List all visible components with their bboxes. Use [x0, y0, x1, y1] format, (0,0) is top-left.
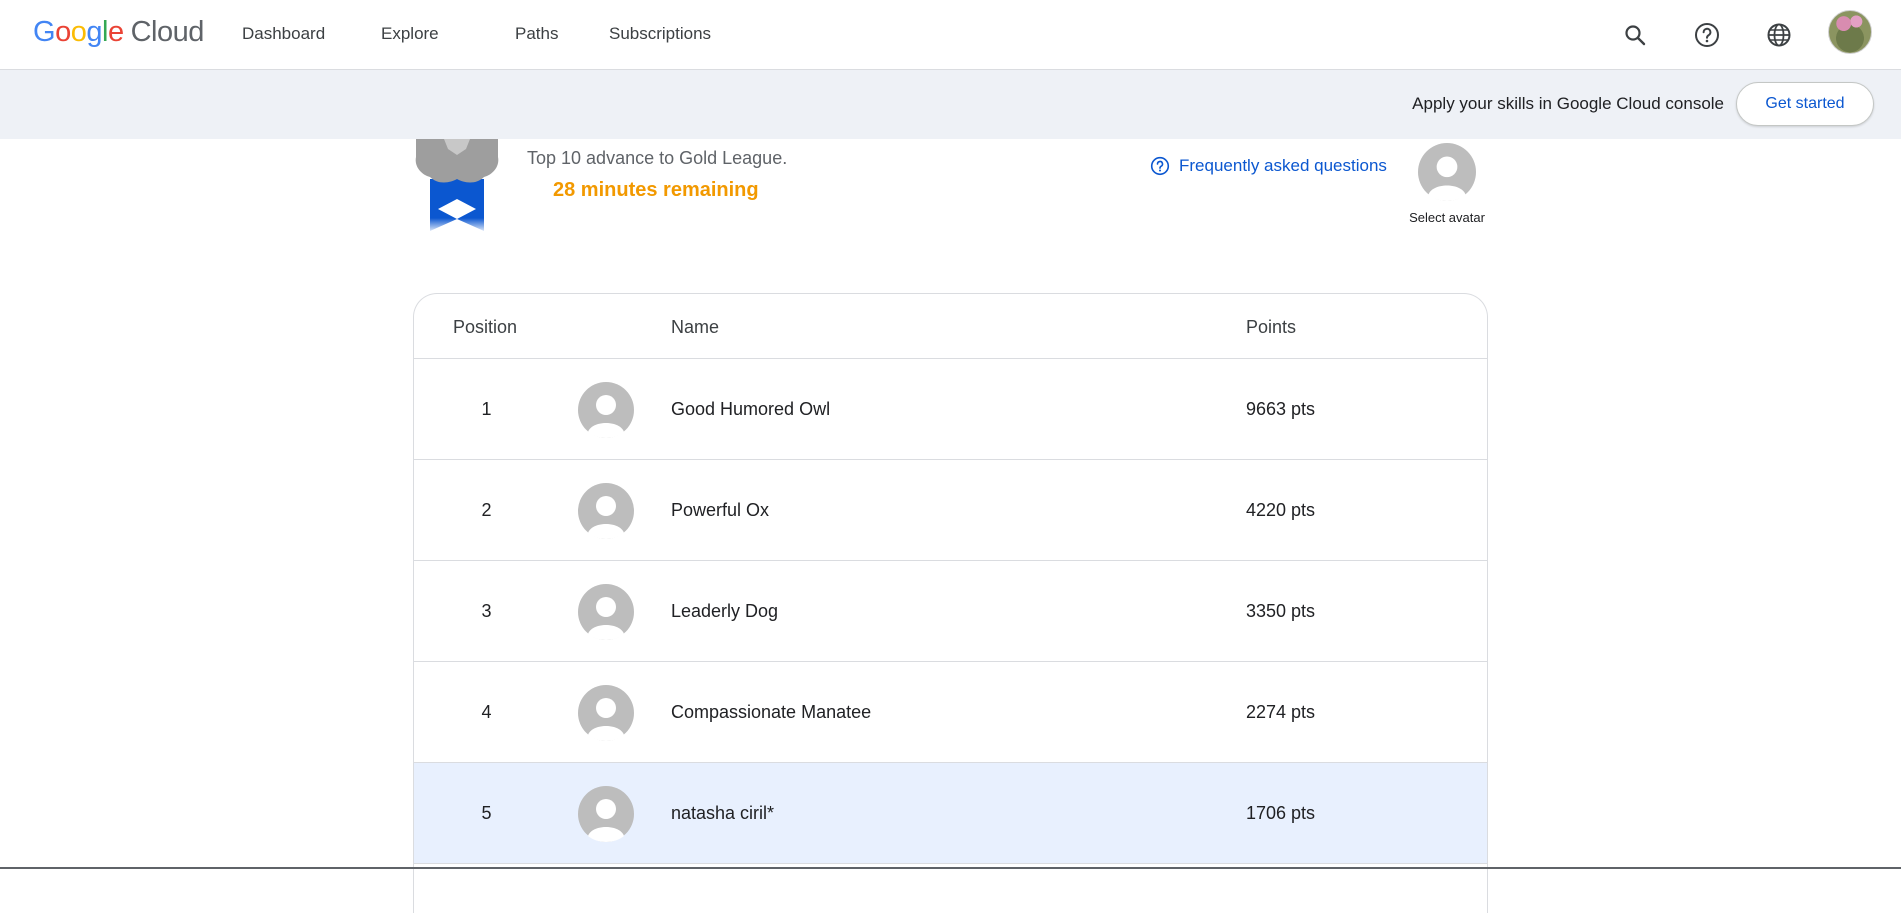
- google-cloud-logo[interactable]: Go o g l e Cloud: [33, 16, 204, 52]
- player-name: Powerful Ox: [671, 500, 770, 520]
- logo-letter: e: [107, 16, 124, 48]
- player-points: 4220 pts: [1246, 500, 1316, 520]
- table-row: 3 Leaderly Dog 3350 pts: [414, 561, 1487, 662]
- banner-text: Apply your skills in Google Cloud consol…: [1412, 94, 1724, 113]
- player-name: Leaderly Dog: [671, 601, 779, 621]
- select-avatar-button[interactable]: Select avatar: [1405, 143, 1489, 225]
- header-position: Position: [453, 317, 518, 337]
- nav-dashboard[interactable]: Dashboard: [242, 24, 325, 44]
- player-avatar-icon: [578, 786, 634, 842]
- search-icon[interactable]: [1615, 15, 1655, 55]
- header-name: Name: [671, 317, 720, 337]
- default-avatar-icon: [1418, 143, 1476, 201]
- console-banner: Apply your skills in Google Cloud consol…: [0, 70, 1901, 139]
- help-circle-icon: [1150, 156, 1170, 176]
- get-started-button[interactable]: Get started: [1736, 82, 1874, 126]
- table-header: Position Name Points: [414, 294, 1487, 359]
- player-points: 3350 pts: [1246, 601, 1316, 621]
- row-position: 5: [481, 803, 492, 823]
- table-body: 1 Good Humored Owl 9663 pts 2 Powerful Ox 422…: [414, 359, 1487, 864]
- player-name: Good Humored Owl: [671, 399, 831, 419]
- table-row: 2 Powerful Ox 4220 pts: [414, 460, 1487, 561]
- header-points: Points: [1246, 317, 1297, 337]
- nav-paths[interactable]: Paths: [515, 24, 558, 44]
- row-position: 1: [481, 399, 492, 419]
- logo-letter: g: [86, 16, 102, 48]
- player-avatar-icon: [578, 685, 634, 741]
- globe-icon[interactable]: [1759, 15, 1799, 55]
- league-badge-icon: [414, 139, 500, 249]
- table-row-current-user: 5 natasha ciril* 1706 pts: [414, 763, 1487, 864]
- top-navigation-bar: Go o g l e Cloud Dashboard Explore Paths Subs…: [0, 0, 1901, 70]
- player-avatar-icon: [578, 483, 634, 539]
- select-avatar-label: Select avatar: [1409, 210, 1485, 225]
- player-avatar-icon: [578, 584, 634, 640]
- time-remaining: 28 minutes remaining: [553, 179, 759, 201]
- player-points: 1706 pts: [1246, 803, 1316, 823]
- nav-subscriptions[interactable]: Subscriptions: [609, 24, 711, 44]
- faq-link[interactable]: Frequently asked questions: [1150, 156, 1387, 176]
- league-advance-text: Top 10 advance to Gold League.: [527, 148, 788, 168]
- player-points: 2274 pts: [1246, 702, 1316, 722]
- row-position: 3: [481, 601, 492, 621]
- leaderboard-table: Position Name Points 1 Good Humored Owl 96…: [413, 293, 1488, 913]
- player-points: 9663 pts: [1246, 399, 1316, 419]
- nav-explore[interactable]: Explore: [381, 24, 439, 44]
- help-icon[interactable]: [1687, 15, 1727, 55]
- logo-cloud-text: Cloud: [130, 16, 205, 48]
- row-position: 2: [481, 500, 492, 520]
- faq-label: Frequently asked questions: [1179, 156, 1387, 175]
- user-avatar[interactable]: [1828, 10, 1872, 54]
- table-row: 4 Compassionate Manatee 2274 pts: [414, 662, 1487, 763]
- player-name: Compassionate Manatee: [671, 702, 872, 722]
- player-name: natasha ciril*: [671, 803, 775, 823]
- logo-letter: o: [70, 16, 87, 48]
- logo-letter: o: [55, 16, 71, 48]
- table-row: 1 Good Humored Owl 9663 pts: [414, 359, 1487, 460]
- logo-letter: G: [33, 16, 56, 48]
- player-avatar-icon: [578, 382, 634, 438]
- row-position: 4: [481, 702, 492, 722]
